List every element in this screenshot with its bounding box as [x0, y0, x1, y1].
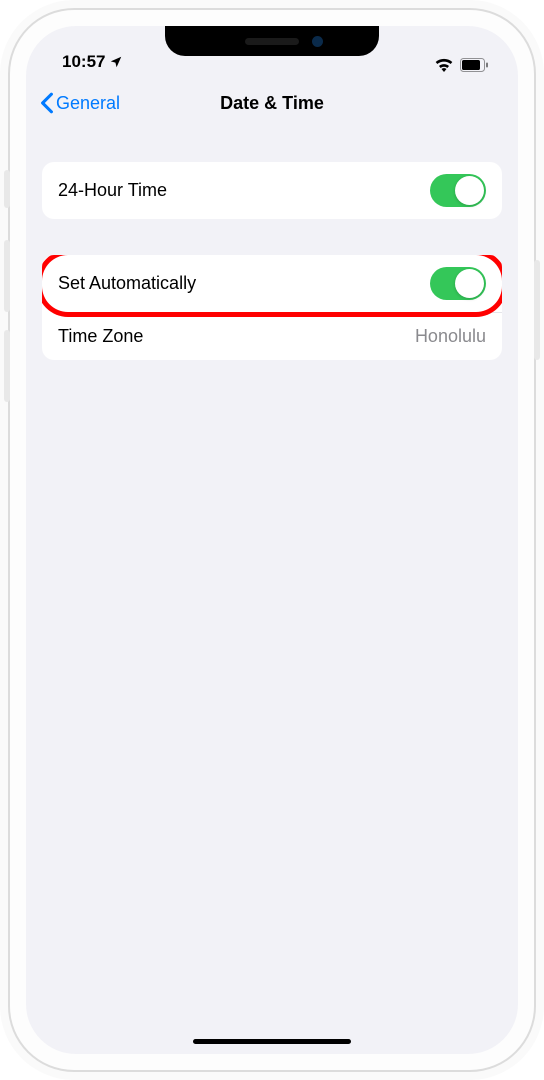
toggle-24-hour-time[interactable]: [430, 174, 486, 207]
battery-icon: [460, 58, 490, 72]
chevron-left-icon: [40, 92, 54, 114]
side-button-volume-down: [4, 330, 10, 402]
front-camera: [312, 36, 323, 47]
notch: [165, 26, 379, 56]
row-label: Set Automatically: [58, 273, 196, 294]
device-frame: 10:57 General Date & Tim: [10, 10, 534, 1070]
toggle-knob: [455, 269, 484, 298]
back-button[interactable]: General: [40, 92, 120, 114]
nav-bar: General Date & Time: [26, 72, 518, 134]
location-arrow-icon: [109, 55, 123, 69]
row-24-hour-time[interactable]: 24-Hour Time: [42, 162, 502, 219]
row-label: 24-Hour Time: [58, 180, 167, 201]
side-button-silent: [4, 170, 10, 208]
status-right: [434, 57, 490, 72]
status-left: 10:57: [62, 52, 123, 72]
status-time: 10:57: [62, 52, 105, 72]
settings-group-2: Set Automatically Time Zone Honolulu: [42, 255, 502, 360]
screen: 10:57 General Date & Tim: [26, 26, 518, 1054]
page-title: Date & Time: [220, 93, 324, 114]
home-indicator[interactable]: [193, 1039, 351, 1044]
content: 24-Hour Time Set Automatically Time Zone…: [26, 134, 518, 360]
row-label: Time Zone: [58, 326, 143, 347]
toggle-set-automatically[interactable]: [430, 267, 486, 300]
side-button-volume-up: [4, 240, 10, 312]
row-value: Honolulu: [415, 326, 486, 347]
wifi-icon: [434, 57, 454, 72]
settings-group-1: 24-Hour Time: [42, 162, 502, 219]
back-label: General: [56, 93, 120, 114]
toggle-knob: [455, 176, 484, 205]
side-button-power: [534, 260, 540, 360]
row-time-zone[interactable]: Time Zone Honolulu: [42, 312, 502, 360]
speaker: [245, 38, 299, 45]
row-set-automatically[interactable]: Set Automatically: [42, 255, 502, 312]
